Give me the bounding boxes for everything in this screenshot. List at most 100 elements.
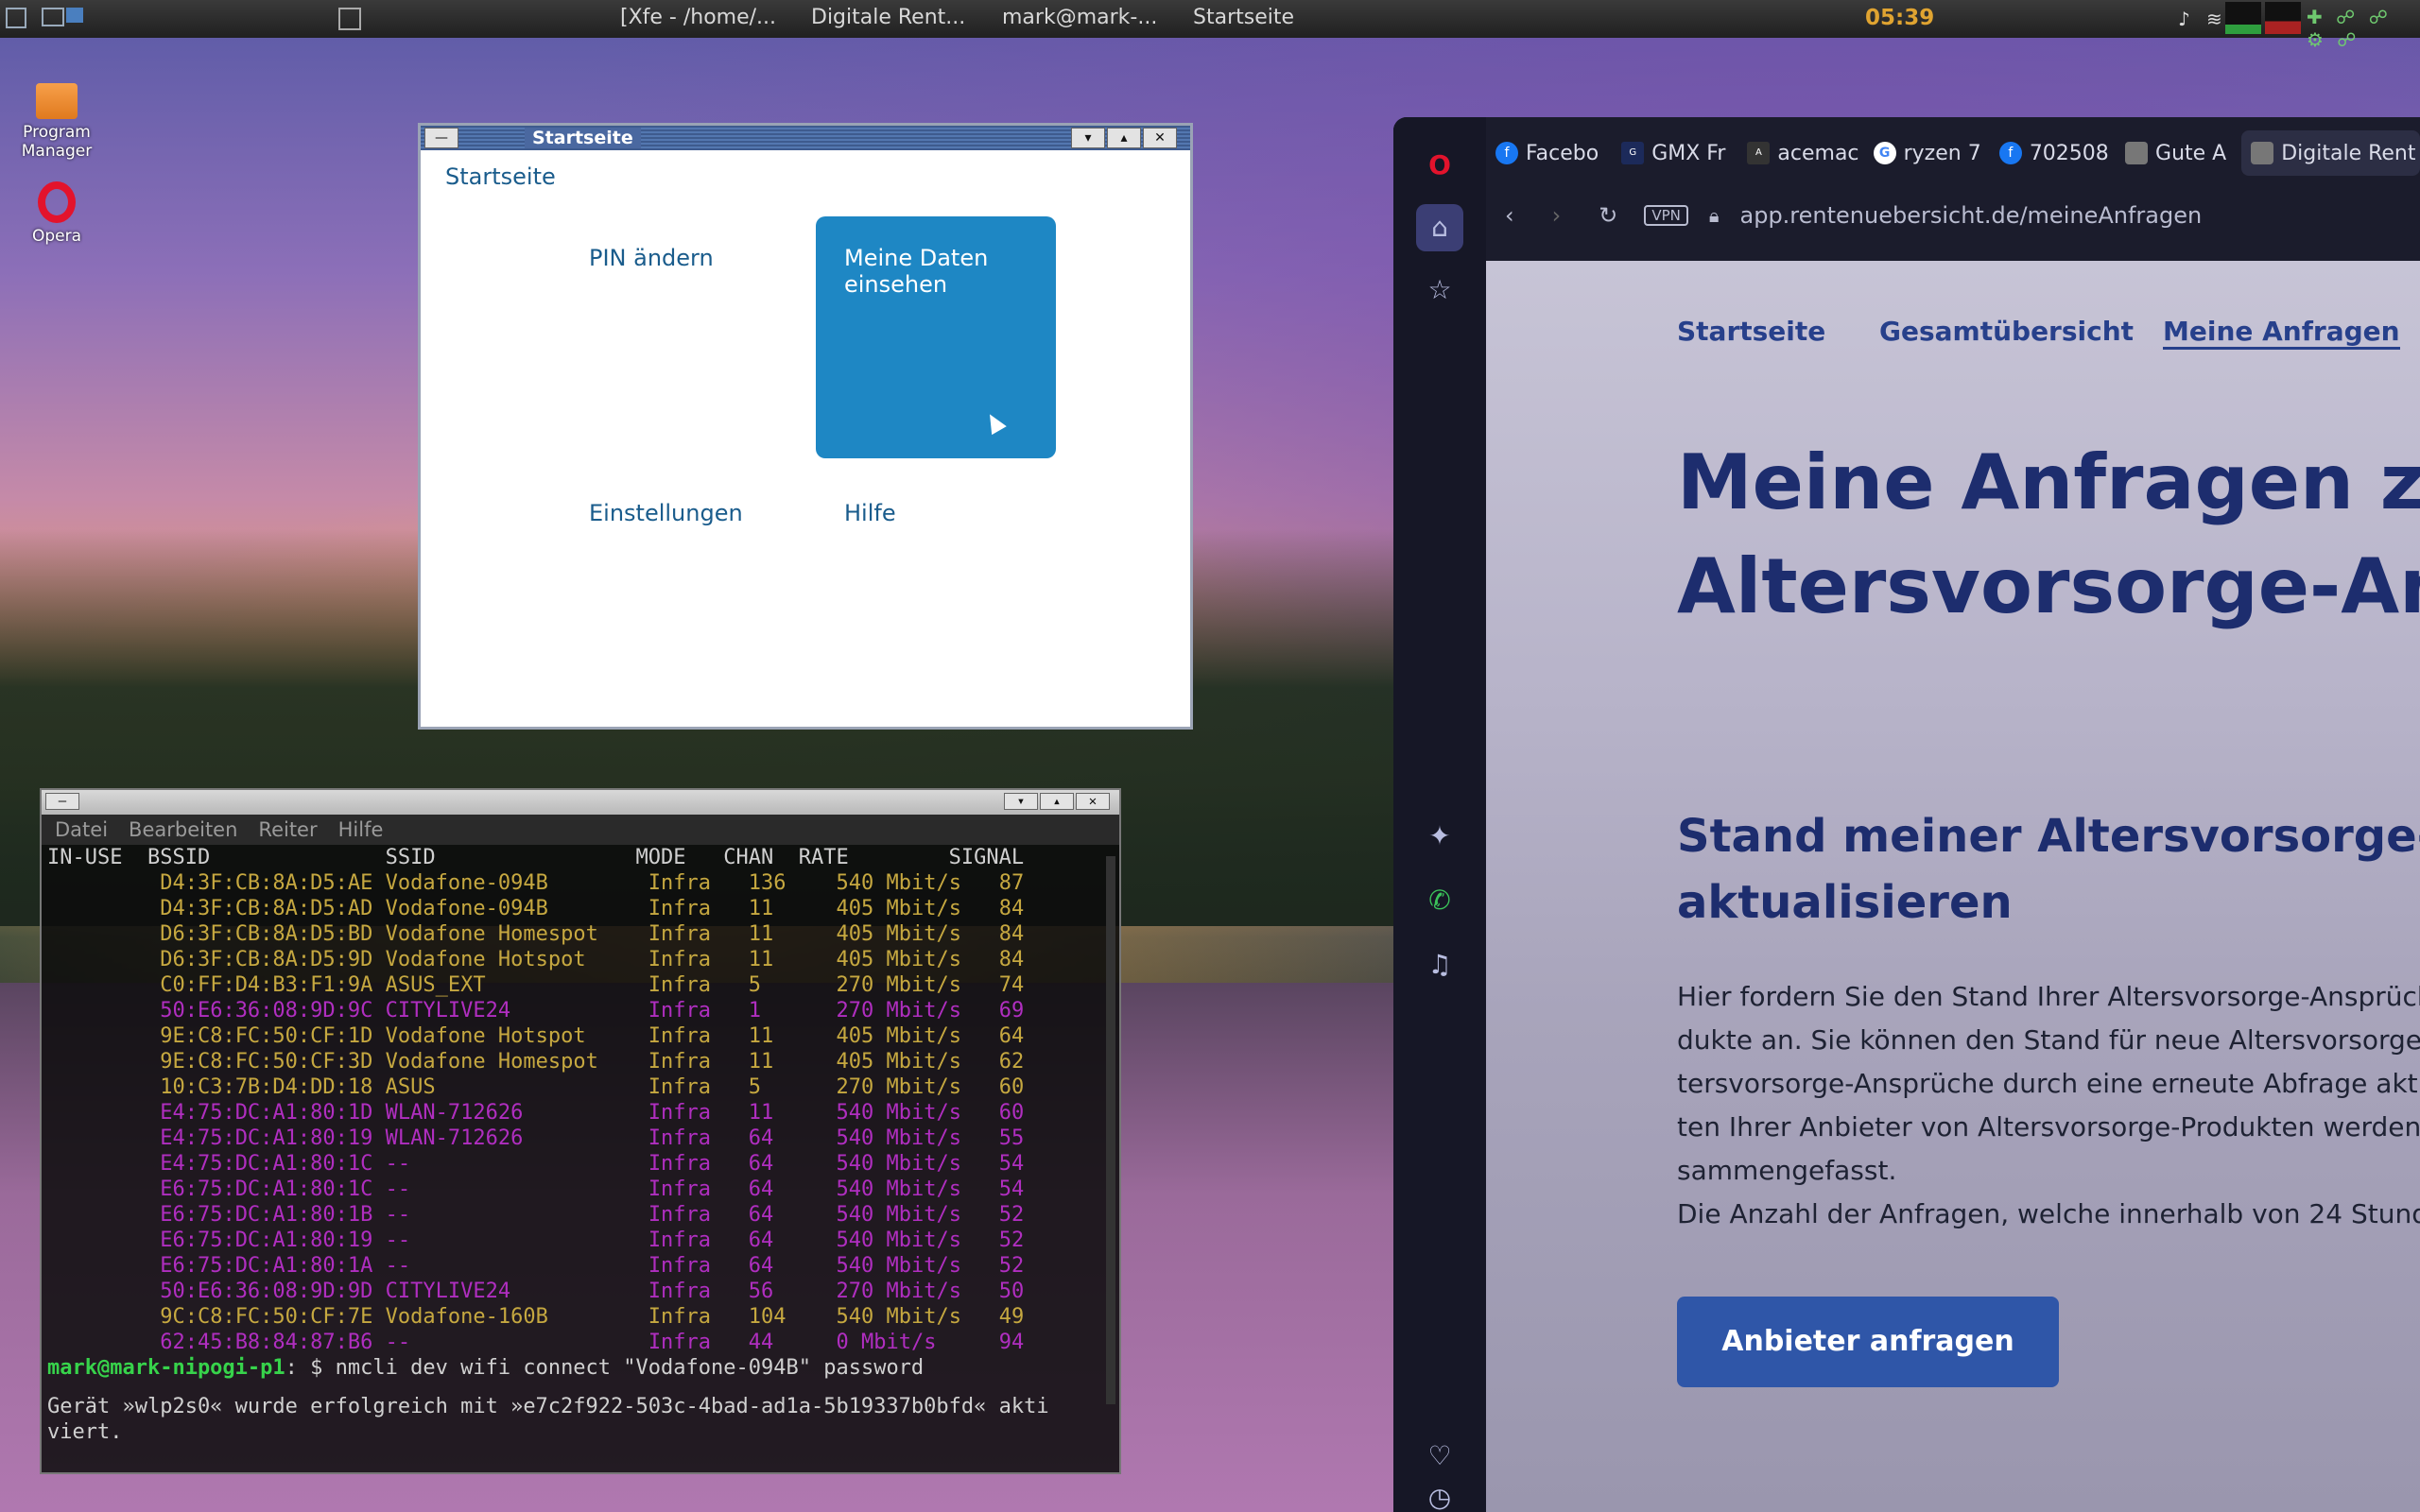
whatsapp-icon[interactable]: ✆	[1416, 877, 1463, 924]
network-icon[interactable]: ≋	[2206, 8, 2222, 30]
back-icon[interactable]: ‹	[1505, 202, 1514, 229]
task-startseite[interactable]: Startseite	[1193, 6, 1294, 29]
wifi-signal: 64	[998, 1024, 1025, 1048]
terminal-prompt[interactable]: mark@mark-nipogi-p1: $ nmcli dev wifi co…	[42, 1355, 1119, 1381]
wifi-signal: 84	[998, 897, 1025, 920]
tile-pin-aendern[interactable]: PIN ändern	[561, 216, 801, 458]
address-bar: ‹ › ↻ VPN 🔒︎ app.rentenuebersicht.de/mei…	[1486, 189, 2420, 242]
wifi-row: E6:75:DC:A1:80:1B -- Infra 64 540 Mbit/s…	[42, 1202, 1119, 1228]
maximize-button[interactable]: ▴	[1040, 793, 1074, 810]
music-player-icon[interactable]: ♫	[1416, 941, 1463, 988]
monitor-icon[interactable]	[42, 8, 64, 26]
wifi-ssid: --	[385, 1331, 411, 1354]
scrollbar[interactable]	[1106, 856, 1115, 1404]
task-terminal[interactable]: mark@mark-...	[1002, 6, 1157, 29]
window-menu-button[interactable]: —	[424, 128, 458, 148]
wifi-chan: 5	[748, 973, 762, 997]
menu-hilfe[interactable]: Hilfe	[338, 818, 384, 841]
maximize-button[interactable]: ▴	[1107, 128, 1141, 148]
task-xfe[interactable]: [Xfe - /home/...	[620, 6, 776, 29]
close-button[interactable]: ✕	[1143, 128, 1177, 148]
history-icon[interactable]: ◷	[1416, 1474, 1463, 1512]
forward-icon[interactable]: ›	[1552, 202, 1562, 229]
menu-datei[interactable]: Datei	[55, 818, 108, 841]
wifi-mode: Infra	[648, 871, 712, 895]
desktop-icon[interactable]	[66, 8, 83, 23]
messenger-icon[interactable]: ✦	[1416, 813, 1463, 860]
menu-bearbeiten[interactable]: Bearbeiten	[129, 818, 237, 841]
tab-gmx[interactable]: G GMX Fr	[1612, 130, 1734, 176]
terminal-launcher-icon[interactable]	[338, 8, 361, 30]
favorites-heart-icon[interactable]: ♡	[1416, 1433, 1463, 1480]
home-icon[interactable]: ⌂	[1416, 204, 1463, 251]
tab-google-ryzen[interactable]: Gryzen 7	[1864, 130, 1986, 176]
reload-icon[interactable]: ↻	[1599, 202, 1617, 229]
menu-reiter[interactable]: Reiter	[258, 818, 317, 841]
wifi-mode: Infra	[648, 1305, 712, 1329]
nav-gesamtuebersicht[interactable]: Gesamtübersicht	[1879, 316, 2134, 347]
terminal-titlebar[interactable]: — ▾ ▴ ✕	[42, 790, 1119, 815]
wifi-row: D6:3F:CB:8A:D5:9D Vodafone Hotspot Infra…	[42, 947, 1119, 972]
task-browser[interactable]: Digitale Rent...	[811, 6, 965, 29]
wifi-mode: Infra	[648, 999, 712, 1022]
nav-meine-anfragen[interactable]: Meine Anfragen	[2163, 316, 2400, 350]
wifi-chan: 11	[748, 922, 774, 946]
wifi-signal: 49	[998, 1305, 1025, 1329]
tab-facebook[interactable]: f Facebo	[1486, 130, 1608, 176]
lock-icon[interactable]: 🔒︎	[1709, 204, 1720, 227]
anbieter-anfragen-button[interactable]: Anbieter anfragen	[1677, 1297, 2059, 1387]
wifi-bssid: E6:75:DC:A1:80:1C	[160, 1177, 373, 1201]
intro-paragraph: Hier fordern Sie den Stand Ihrer Altersv…	[1677, 975, 2420, 1236]
wifi-signal: 94	[998, 1331, 1025, 1354]
acemagic-icon: A	[1747, 142, 1771, 164]
terminal-result-line: viert.	[47, 1420, 123, 1444]
terminal-header: IN-USE BSSID SSID MODE CHAN RATE SIGNAL	[47, 846, 1025, 869]
wifi-chan: 11	[748, 1050, 774, 1074]
minimize-button[interactable]: ▾	[1071, 128, 1105, 148]
tab-facebook-2[interactable]: f 702508	[1990, 130, 2112, 176]
url-field[interactable]: app.rentenuebersicht.de/meineAnfragen	[1740, 202, 2203, 229]
opera-menu-icon[interactable]: O	[1416, 142, 1463, 189]
vpn-badge[interactable]: VPN	[1644, 205, 1688, 226]
wifi-ssid: WLAN-712626	[385, 1126, 524, 1150]
page-icon	[2125, 142, 2149, 164]
tab-gute[interactable]: Gute A	[2116, 130, 2238, 176]
bookmarks-icon[interactable]: ☆	[1416, 266, 1463, 314]
wifi-signal: 84	[998, 948, 1025, 971]
desktop-icon-opera[interactable]: Opera	[19, 181, 95, 246]
wifi-bssid: E6:75:DC:A1:80:1A	[160, 1254, 373, 1278]
close-button[interactable]: ✕	[1076, 793, 1110, 810]
nav-startseite[interactable]: Startseite	[1677, 316, 1825, 347]
wifi-rate: 405 Mbit/s	[836, 1024, 961, 1048]
tile-meine-daten[interactable]: Meine Daten einsehen	[816, 216, 1056, 458]
desktop-icon-program-manager[interactable]: Program Manager	[19, 83, 95, 161]
prompt-user: mark@mark-nipogi-p1	[47, 1356, 285, 1380]
menu-icon[interactable]	[6, 8, 26, 28]
tile-hilfe[interactable]: Hilfe	[816, 472, 1056, 713]
wifi-mode: Infra	[648, 1177, 712, 1201]
page-title: Startseite	[445, 163, 556, 190]
paragraph-line: Die Anzahl der Anfragen, welche innerhal…	[1677, 1198, 2420, 1229]
wifi-ssid: --	[385, 1177, 411, 1201]
wifi-ssid: CITYLIVE24	[385, 999, 511, 1022]
wifi-mode: Infra	[648, 1024, 712, 1048]
wifi-ssid: Vodafone-094B	[385, 897, 548, 920]
tray-icons[interactable]: ✚ ☍ ☍ ⚙ ☍	[2307, 6, 2420, 51]
tile-einstellungen[interactable]: Einstellungen	[561, 472, 801, 713]
wifi-signal: 87	[998, 871, 1025, 895]
wifi-ssid: --	[385, 1254, 411, 1278]
tab-acemagic[interactable]: Aacemac	[1737, 130, 1859, 176]
prompt-command: : $ nmcli dev wifi connect "Vodafone-094…	[285, 1356, 925, 1380]
wifi-row: 9E:C8:FC:50:CF:1D Vodafone Hotspot Infra…	[42, 1023, 1119, 1049]
window-titlebar[interactable]: — Startseite ▾ ▴ ✕	[421, 126, 1190, 150]
tab-digitale-rente[interactable]: Digitale Rent	[2241, 130, 2420, 176]
wifi-ssid: WLAN-712626	[385, 1101, 524, 1125]
minimize-button[interactable]: ▾	[1004, 793, 1038, 810]
clock[interactable]: 05:39	[1865, 6, 1934, 30]
volume-icon[interactable]: ♪	[2178, 8, 2190, 30]
wifi-row: 10:C3:7B:D4:DD:18 ASUS Infra 5 270 Mbit/…	[42, 1074, 1119, 1100]
window-menu-button[interactable]: —	[45, 793, 79, 810]
wifi-chan: 64	[748, 1254, 774, 1278]
facebook-icon: f	[1998, 142, 2022, 164]
wifi-row: E4:75:DC:A1:80:1C -- Infra 64 540 Mbit/s…	[42, 1151, 1119, 1177]
